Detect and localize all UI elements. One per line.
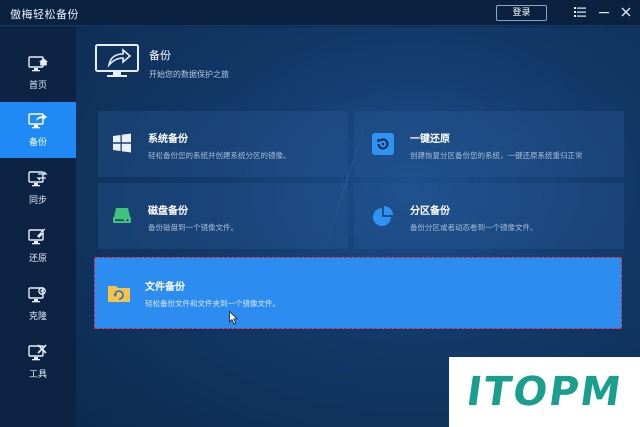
sidebar-item-label: 工具 — [28, 370, 47, 380]
sidebar-item-home[interactable]: 首页 — [0, 45, 76, 101]
card-description: 备份分区或者动态卷到一个镜像文件。 — [410, 223, 538, 232]
sidebar-item-label: 克隆 — [28, 312, 47, 322]
file-backup-card[interactable]: 文件备份 轻松备份文件和文件夹到一个镜像文件。 — [94, 257, 622, 329]
sidebar-item-restore[interactable]: 还原 — [0, 218, 76, 274]
sync-monitor-icon — [28, 171, 48, 187]
sidebar-item-label: 备份 — [28, 138, 47, 148]
close-icon[interactable] — [617, 3, 635, 21]
card-title: 分区备份 — [410, 206, 450, 217]
sidebar: 首页 备份 同步 还原 克隆 工具 — [0, 27, 76, 427]
sidebar-item-label: 还原 — [28, 254, 47, 264]
sidebar-item-label: 同步 — [28, 196, 47, 206]
backup-monitor-icon — [95, 44, 139, 77]
card-title: 文件备份 — [145, 282, 185, 293]
windows-icon — [113, 133, 131, 153]
one-click-restore-card[interactable]: 一键还原 创建恢复分区备份您的系统，一键还原系统重归正常 — [354, 111, 624, 177]
app-title: 傲梅轻松备份 — [10, 8, 79, 21]
card-description: 创建恢复分区备份您的系统，一键还原系统重归正常 — [410, 151, 583, 160]
sidebar-item-clone[interactable]: 克隆 — [0, 276, 76, 332]
card-title: 磁盘备份 — [148, 206, 188, 217]
minimize-icon[interactable] — [595, 3, 613, 21]
card-description: 轻松备份文件和文件夹到一个镜像文件。 — [145, 299, 280, 308]
card-description: 轻松备份您的系统并创建系统分区的镜像。 — [148, 151, 291, 160]
mouse-cursor-icon — [229, 311, 238, 325]
card-title: 系统备份 — [148, 134, 188, 145]
title-bar: 傲梅轻松备份 登录 — [0, 0, 640, 26]
clone-monitor-icon — [28, 287, 46, 303]
card-description: 备份磁盘到一个镜像文件。 — [148, 223, 238, 232]
restore-icon — [372, 133, 394, 155]
tools-monitor-icon — [28, 344, 47, 361]
page-title: 备份 — [149, 49, 171, 62]
app-window: 傲梅轻松备份 登录 首页 备份 同步 还原 克隆 工具 备份 开始您的数据保护之… — [0, 0, 640, 427]
partition-backup-card[interactable]: 分区备份 备份分区或者动态卷到一个镜像文件。 — [354, 183, 624, 249]
card-title: 一键还原 — [410, 134, 450, 145]
login-button[interactable]: 登录 — [496, 5, 547, 21]
home-monitor-icon — [28, 56, 48, 72]
sidebar-item-sync[interactable]: 同步 — [0, 160, 76, 216]
watermark-logo: ITOPM — [449, 357, 640, 427]
backup-monitor-icon — [28, 113, 47, 129]
disk-backup-card[interactable]: 磁盘备份 备份磁盘到一个镜像文件。 — [98, 183, 348, 249]
pie-chart-icon — [373, 206, 393, 226]
folder-sync-icon — [108, 286, 130, 302]
watermark-text: ITOPM — [463, 369, 626, 415]
restore-monitor-icon — [28, 228, 46, 245]
system-backup-card[interactable]: 系统备份 轻松备份您的系统并创建系统分区的镜像。 — [98, 111, 348, 177]
sidebar-item-tools[interactable]: 工具 — [0, 334, 76, 390]
menu-icon[interactable] — [571, 3, 589, 21]
sidebar-item-label: 首页 — [28, 81, 47, 91]
page-subtitle: 开始您的数据保护之旅 — [149, 70, 229, 79]
disk-icon — [113, 208, 131, 223]
sidebar-item-backup[interactable]: 备份 — [0, 102, 76, 158]
